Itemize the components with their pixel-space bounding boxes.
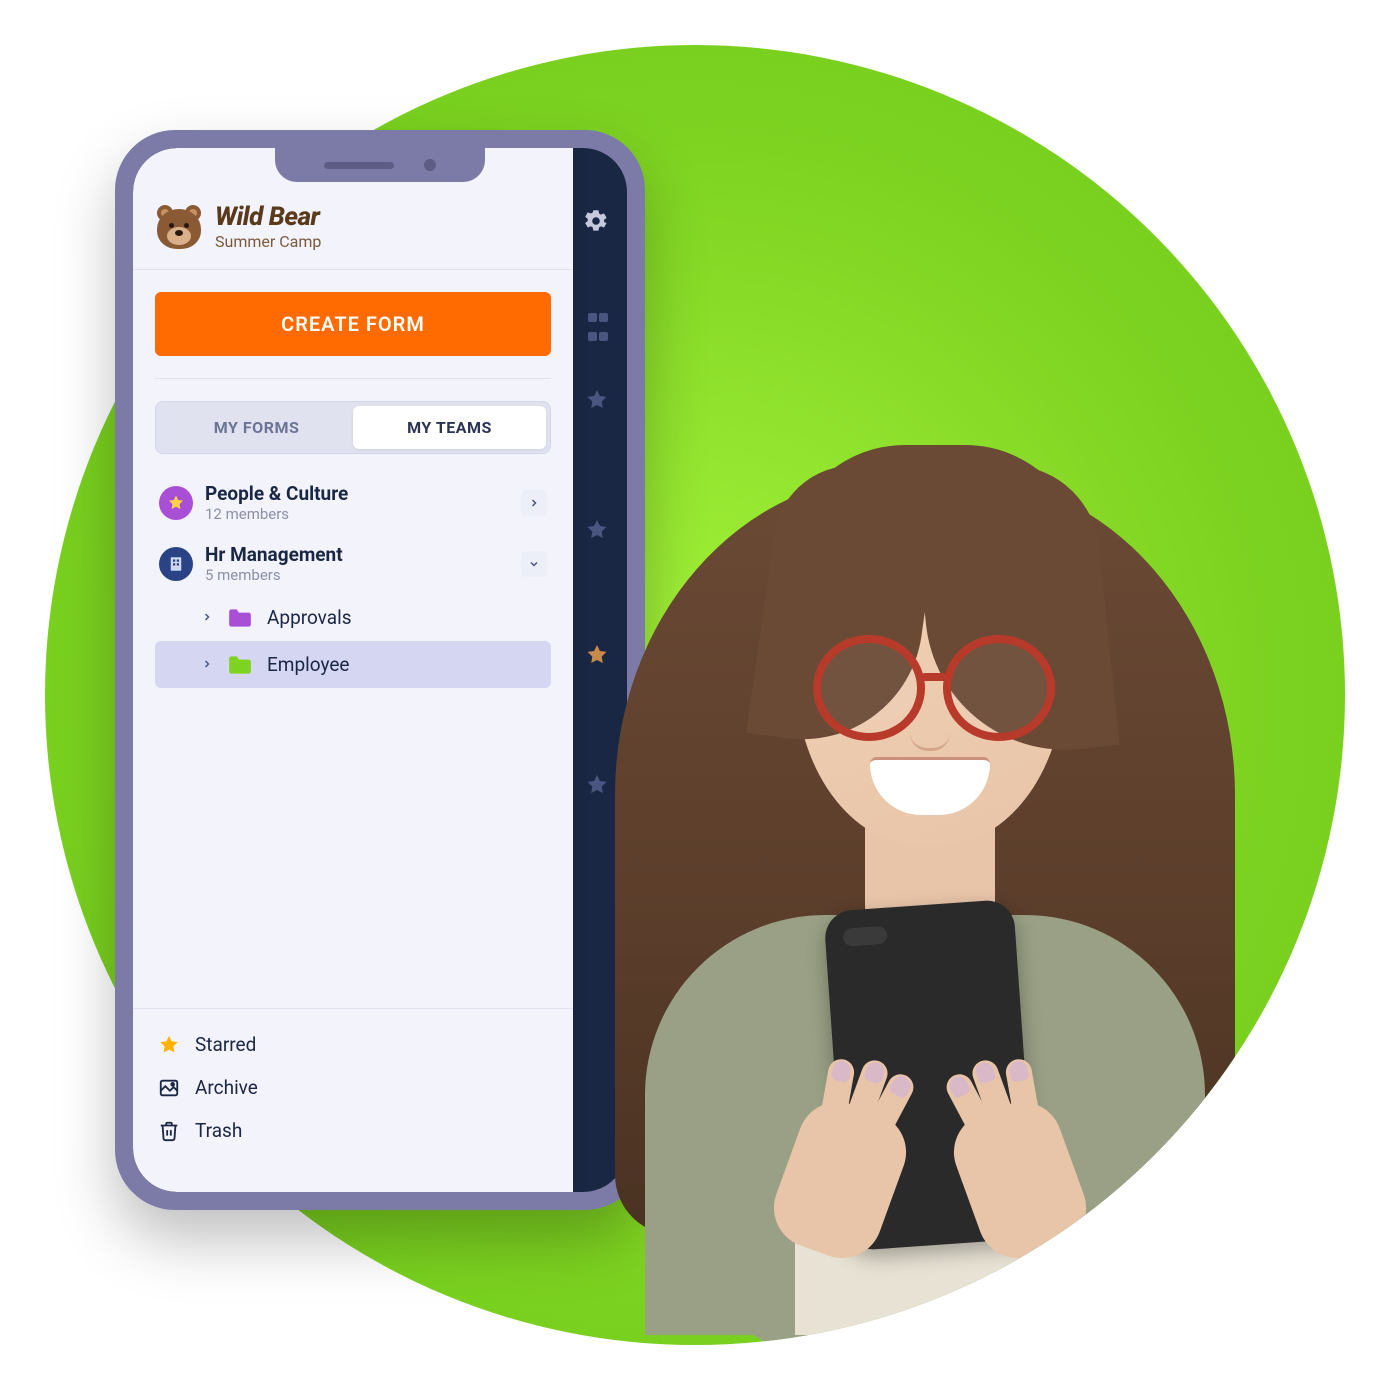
folder-row-employee[interactable]: Employee [155,641,551,688]
team-row-people-culture[interactable]: People & Culture 12 members [155,472,551,533]
nav-archive[interactable]: Archive [155,1066,551,1109]
folder-icon [227,607,253,629]
tab-my-forms[interactable]: MY FORMS [160,406,353,449]
nav-label: Trash [195,1119,242,1142]
star-icon [157,1034,181,1056]
phone-notch [275,148,485,182]
team-name: People & Culture [205,482,509,505]
create-form-button[interactable]: CREATE FORM [155,292,551,356]
trash-icon [157,1120,181,1142]
phone-screen: Wild Bear Summer Camp CREATE FORM MY FOR… [133,148,627,1192]
navigation-drawer: Wild Bear Summer Camp CREATE FORM MY FOR… [133,148,573,1192]
divider [155,378,551,379]
grid-view-icon[interactable] [587,308,611,332]
team-name: Hr Management [205,543,509,566]
folder-label: Approvals [267,606,352,629]
nav-label: Archive [195,1076,258,1099]
star-icon[interactable] [585,388,609,416]
star-circle-icon [159,486,193,520]
tab-switch: MY FORMS MY TEAMS [155,401,551,454]
drawer-footer: Starred Archive Trash [133,1008,573,1192]
bear-logo-icon [157,205,201,249]
archive-icon [157,1077,181,1099]
brand-text: Wild Bear Summer Camp [215,202,321,251]
star-icon[interactable] [585,773,609,801]
tab-my-teams[interactable]: MY TEAMS [353,406,546,449]
star-icon[interactable] [585,518,609,546]
chevron-down-icon[interactable] [521,551,547,577]
gear-icon[interactable] [583,208,609,238]
folder-icon [227,654,253,676]
building-icon [159,547,193,581]
brand-title: Wild Bear [215,202,321,232]
nav-starred[interactable]: Starred [155,1023,551,1066]
chevron-right-icon [201,608,213,627]
nav-trash[interactable]: Trash [155,1109,551,1152]
team-members: 12 members [205,505,509,523]
nav-label: Starred [195,1033,256,1056]
chevron-right-icon[interactable] [521,490,547,516]
team-members: 5 members [205,566,509,584]
folder-row-approvals[interactable]: Approvals [155,594,551,641]
team-row-hr-management[interactable]: Hr Management 5 members [155,533,551,594]
team-list: People & Culture 12 members Hr Managemen… [155,472,551,688]
chevron-right-icon [201,655,213,674]
star-icon[interactable] [585,643,609,671]
folder-label: Employee [267,653,349,676]
brand-subtitle: Summer Camp [215,232,321,251]
phone-device-frame: Wild Bear Summer Camp CREATE FORM MY FOR… [115,130,645,1210]
